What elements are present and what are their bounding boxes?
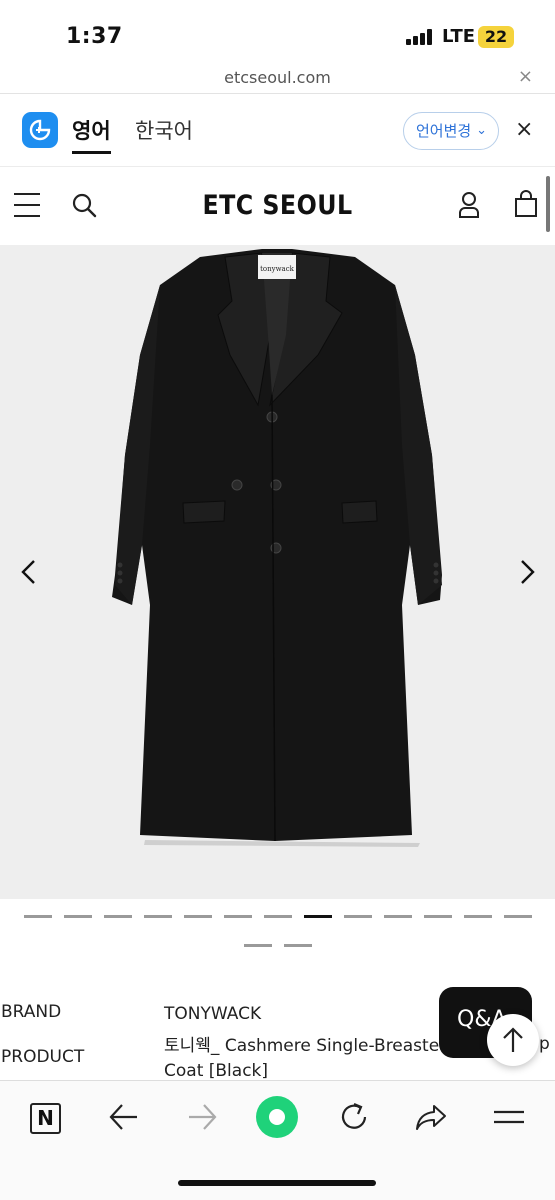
arrow-up-icon (503, 1027, 523, 1052)
user-icon[interactable] (458, 191, 480, 219)
network-label: LTE (442, 26, 476, 47)
pager-dot[interactable] (283, 944, 312, 947)
close-icon[interactable]: × (515, 117, 533, 142)
product-name-tail: p (539, 1034, 550, 1054)
shopping-bag-icon[interactable] (514, 190, 538, 218)
scroll-to-top-button[interactable] (487, 1014, 539, 1066)
pager-dot[interactable] (243, 944, 272, 947)
tab-korean[interactable]: 한국어 (135, 115, 193, 145)
naver-home-icon[interactable]: N (30, 1103, 61, 1134)
status-bar: 1:37 LTE 22 (0, 0, 555, 62)
translate-bar: 영어 한국어 언어변경 ⌄ × (0, 95, 555, 167)
refresh-icon[interactable] (338, 1099, 370, 1135)
chevron-right-icon[interactable] (516, 559, 538, 585)
pager-dot[interactable] (223, 915, 252, 918)
tab-english[interactable]: 영어 (72, 115, 111, 154)
scroll-indicator (546, 176, 550, 232)
product-label: PRODUCT (1, 1047, 85, 1067)
coat-illustration: tonywack (112, 249, 442, 847)
chevron-left-icon[interactable] (18, 559, 40, 585)
battery-badge: 22 (478, 26, 514, 48)
pager-dot[interactable] (23, 915, 52, 918)
forward-arrow-icon[interactable] (186, 1099, 218, 1135)
green-circle-icon[interactable] (256, 1096, 298, 1138)
pager-dot[interactable] (383, 915, 412, 918)
change-language-button[interactable]: 언어변경 ⌄ (403, 112, 499, 150)
pager-dot[interactable] (263, 915, 292, 918)
site-header: ETC SEOUL (0, 168, 555, 244)
product-image[interactable]: tonywack (0, 245, 555, 899)
back-arrow-icon[interactable] (108, 1099, 140, 1135)
chevron-down-icon: ⌄ (476, 123, 487, 138)
site-logo[interactable]: ETC SEOUL (33, 190, 521, 221)
close-icon[interactable]: × (518, 66, 533, 87)
change-language-label: 언어변경 (416, 122, 472, 140)
pager-dot[interactable] (183, 915, 212, 918)
pager-dot[interactable] (423, 915, 452, 918)
brand-label: BRAND (1, 1002, 62, 1022)
coat-label-tag: tonywack (260, 265, 295, 273)
pager-dot[interactable] (303, 915, 332, 918)
url-bar[interactable]: etcseoul.com × (0, 62, 555, 94)
pager-dot[interactable] (143, 915, 172, 918)
menu-icon[interactable] (492, 1099, 526, 1135)
pager-dot[interactable] (503, 915, 532, 918)
url-text[interactable]: etcseoul.com (0, 68, 555, 87)
share-icon[interactable] (414, 1099, 448, 1135)
pager-dot[interactable] (63, 915, 92, 918)
translate-logo-icon (22, 112, 58, 148)
pager-dot[interactable] (463, 915, 492, 918)
signal-icon (406, 29, 436, 45)
home-indicator (178, 1180, 376, 1186)
pager-dot[interactable] (343, 915, 372, 918)
pager-dot[interactable] (103, 915, 132, 918)
status-time: 1:37 (66, 24, 123, 49)
